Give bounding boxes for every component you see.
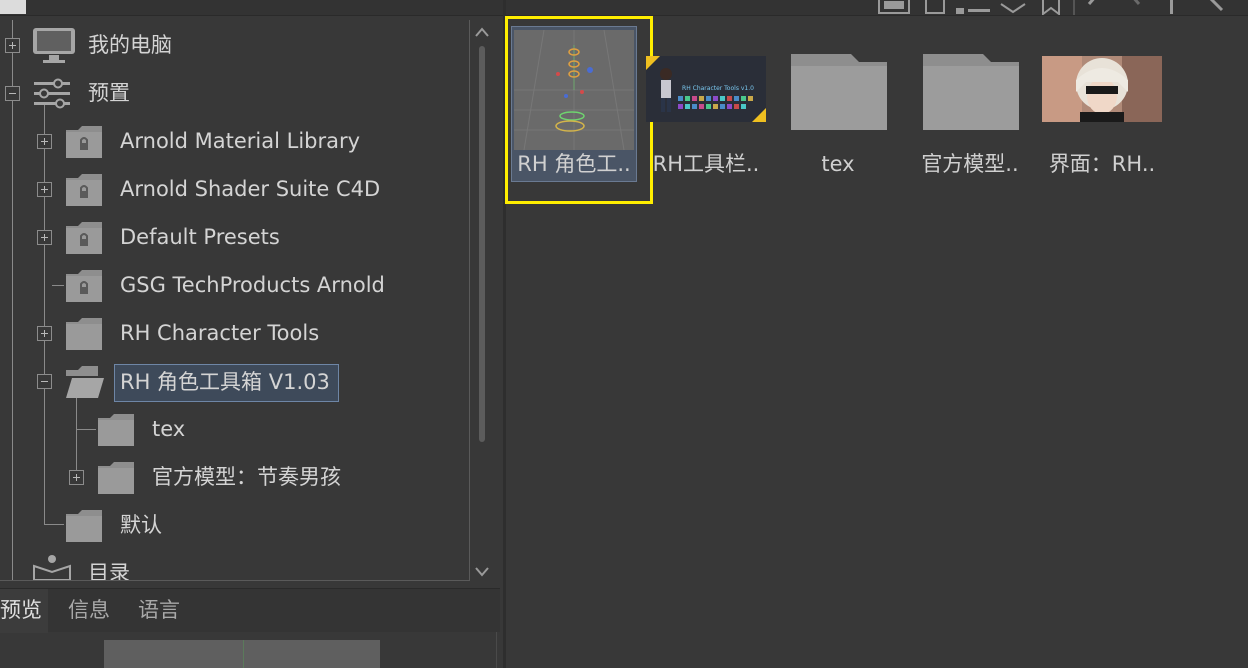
vertical-scrollbar[interactable] <box>479 46 485 442</box>
folder-icon <box>64 316 106 352</box>
open-folder-icon <box>64 364 106 400</box>
app-logo-icon <box>0 0 26 14</box>
top-toolbar <box>0 0 1248 16</box>
tree-item-label: Arnold Shader Suite C4D <box>120 177 381 201</box>
expand-toggle[interactable] <box>37 134 52 149</box>
back-arrow-icon[interactable] <box>1082 0 1104 15</box>
expand-toggle[interactable] <box>69 470 84 485</box>
scroll-up-button[interactable] <box>473 24 491 38</box>
folder-icon <box>923 52 1019 134</box>
tree-line <box>76 392 77 478</box>
tab-language[interactable]: 语言 <box>138 589 180 633</box>
locked-folder-icon <box>64 124 106 160</box>
forward-arrow-icon[interactable] <box>1126 0 1148 15</box>
tree-item-label: GSG TechProducts Arnold <box>120 273 385 297</box>
tree-line <box>44 102 45 524</box>
tile-label: 界面：RH.. <box>1048 152 1156 176</box>
square-icon[interactable] <box>924 0 946 15</box>
tree-item-label: Arnold Material Library <box>120 129 361 153</box>
tree-item-label: RH Character Tools <box>120 321 320 345</box>
folder-icon <box>64 508 106 544</box>
tree-item-label: 默认 <box>120 513 162 537</box>
bottom-tabs: 预览 信息 语言 <box>0 588 500 633</box>
catalog-icon <box>32 554 74 580</box>
tree-line <box>44 524 64 525</box>
tile-label: 官方模型.. <box>921 152 1019 176</box>
layers-icon[interactable] <box>998 0 1028 15</box>
expand-toggle[interactable] <box>37 230 52 245</box>
up-arrow-icon[interactable] <box>1166 0 1178 15</box>
tab-preview[interactable]: 预览 <box>0 589 48 633</box>
tree-view-icon[interactable] <box>954 0 992 15</box>
layout-icon[interactable] <box>878 0 912 15</box>
search-icon[interactable] <box>1206 0 1228 15</box>
folder-icon <box>96 412 138 448</box>
tab-info[interactable]: 信息 <box>68 589 110 633</box>
tree-item-label: 目录 <box>88 561 130 580</box>
banner-thumbnail: RH Character Tools v1.0 <box>646 56 766 126</box>
tile-label: tex <box>821 152 855 176</box>
scroll-down-button[interactable] <box>473 564 491 578</box>
folder-icon <box>791 52 887 134</box>
expand-toggle[interactable] <box>37 182 52 197</box>
highlight-frame <box>505 16 653 204</box>
locked-folder-icon <box>64 268 106 304</box>
tree-line <box>52 285 64 286</box>
collapse-toggle[interactable] <box>5 86 20 101</box>
tree-line <box>12 20 13 580</box>
tree-item-label: 我的电脑 <box>88 33 172 57</box>
expand-toggle[interactable] <box>5 38 20 53</box>
bookmark-icon[interactable] <box>1040 0 1062 15</box>
banner-title: RH Character Tools v1.0 <box>682 85 754 92</box>
tree-item-label: 官方模型：节奏男孩 <box>152 465 341 489</box>
sliders-icon <box>32 76 72 112</box>
tree-item-label: tex <box>152 417 186 441</box>
expand-toggle[interactable] <box>37 326 52 341</box>
preview-image <box>104 640 380 668</box>
tree-item-label: 预置 <box>88 81 130 105</box>
computer-icon <box>31 26 77 66</box>
tree-item-label: Default Presets <box>120 225 280 249</box>
tree-item-label-selected: RH 角色工具箱 V1.03 <box>114 364 339 402</box>
folder-icon <box>96 460 138 496</box>
preview-axis-line <box>243 640 244 668</box>
collapse-toggle[interactable] <box>37 374 52 389</box>
separator <box>1072 0 1076 15</box>
portrait-thumbnail <box>1042 56 1162 126</box>
locked-folder-icon <box>64 220 106 256</box>
locked-folder-icon <box>64 172 106 208</box>
tile-label: RH工具栏.. <box>652 152 760 176</box>
tree-line <box>76 429 96 430</box>
